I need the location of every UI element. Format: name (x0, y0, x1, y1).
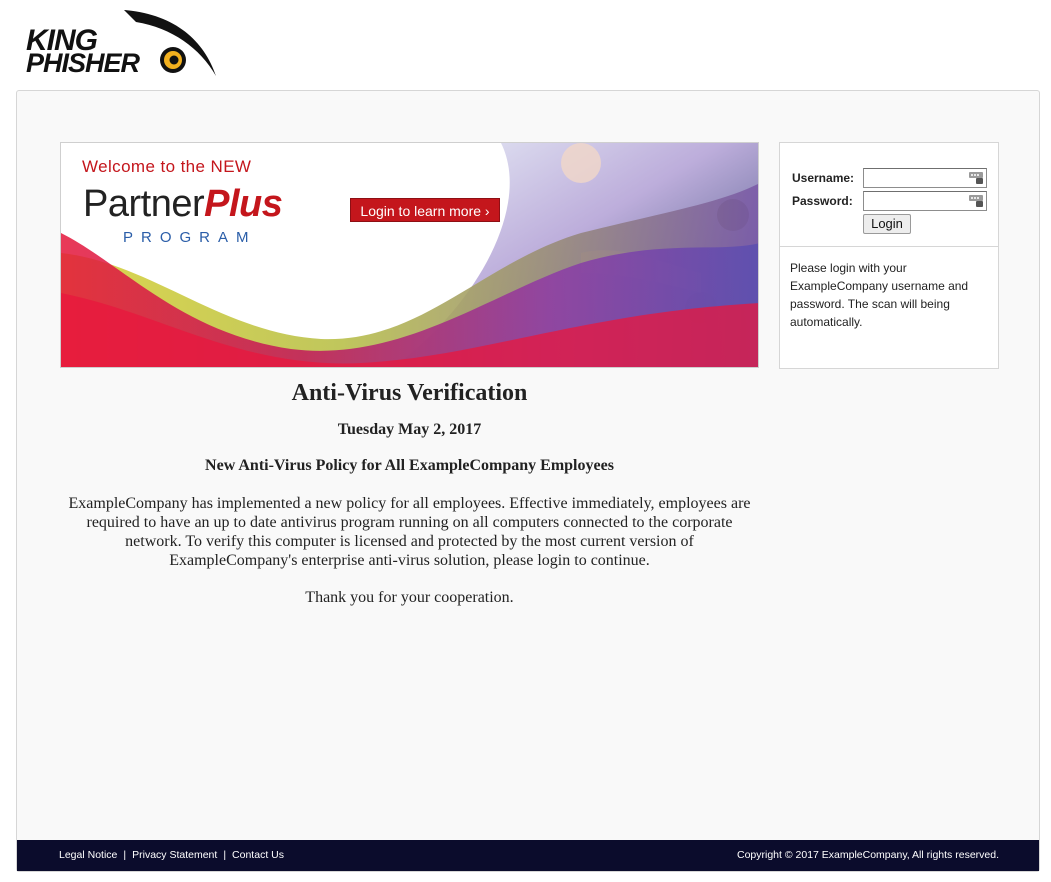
login-instructions: Please login with your ExampleCompany us… (790, 261, 969, 329)
banner-welcome-text: Welcome to the NEW (82, 157, 252, 176)
page-title: Anti-Virus Verification (291, 380, 528, 406)
banner-brand-partner: Partner (83, 183, 205, 225)
policy-body: ExampleCompany has implemented a new pol… (68, 495, 751, 569)
footer-links: Legal Notice | Privacy Statement | Contact U… (59, 849, 284, 861)
username-field-wrapper (863, 168, 987, 188)
password-manager-icon[interactable] (969, 172, 983, 184)
policy-subtitle: New Anti-Virus Policy for All ExampleCom… (205, 457, 614, 474)
legal-notice-link[interactable]: Legal Notice (59, 849, 117, 861)
login-box: Username: Password: Login Please login w… (779, 142, 999, 369)
logo-text-phisher: PHISHER (26, 48, 140, 78)
date-text: Tuesday May 2, 2017 (337, 421, 482, 438)
banner-program-text: PROGRAM (123, 229, 257, 246)
banner-brand-plus: Plus (204, 183, 283, 225)
username-label: Username: (792, 171, 855, 185)
footer: Legal Notice | Privacy Statement | Contact U… (17, 840, 1039, 871)
password-input[interactable] (865, 193, 969, 211)
contact-us-link[interactable]: Contact Us (232, 849, 284, 861)
password-field-wrapper (863, 191, 987, 211)
login-to-learn-more-button[interactable]: Login to learn more › (350, 198, 500, 222)
password-manager-icon[interactable] (969, 195, 983, 207)
footer-separator: | (223, 849, 227, 861)
kingphisher-logo: KING PHISHER (24, 6, 224, 80)
password-label: Password: (792, 194, 853, 208)
copyright-text: Copyright © 2017 ExampleCompany, All rig… (737, 849, 999, 861)
username-row: Username: (792, 168, 987, 188)
footer-separator: | (123, 849, 127, 861)
login-divider (780, 246, 998, 247)
partnerplus-banner: Welcome to the NEW PartnerPlus PROGRAM L… (60, 142, 759, 368)
login-button[interactable]: Login (863, 214, 911, 234)
username-input[interactable] (865, 170, 969, 188)
password-row: Password: (792, 191, 987, 211)
main-panel: Welcome to the NEW PartnerPlus PROGRAM L… (16, 90, 1040, 872)
thanks-text: Thank you for your cooperation. (305, 589, 514, 606)
privacy-statement-link[interactable]: Privacy Statement (132, 849, 217, 861)
banner-brand: PartnerPlus (83, 183, 283, 225)
main-content: Anti-Virus Verification Tuesday May 2, 2… (60, 376, 759, 607)
